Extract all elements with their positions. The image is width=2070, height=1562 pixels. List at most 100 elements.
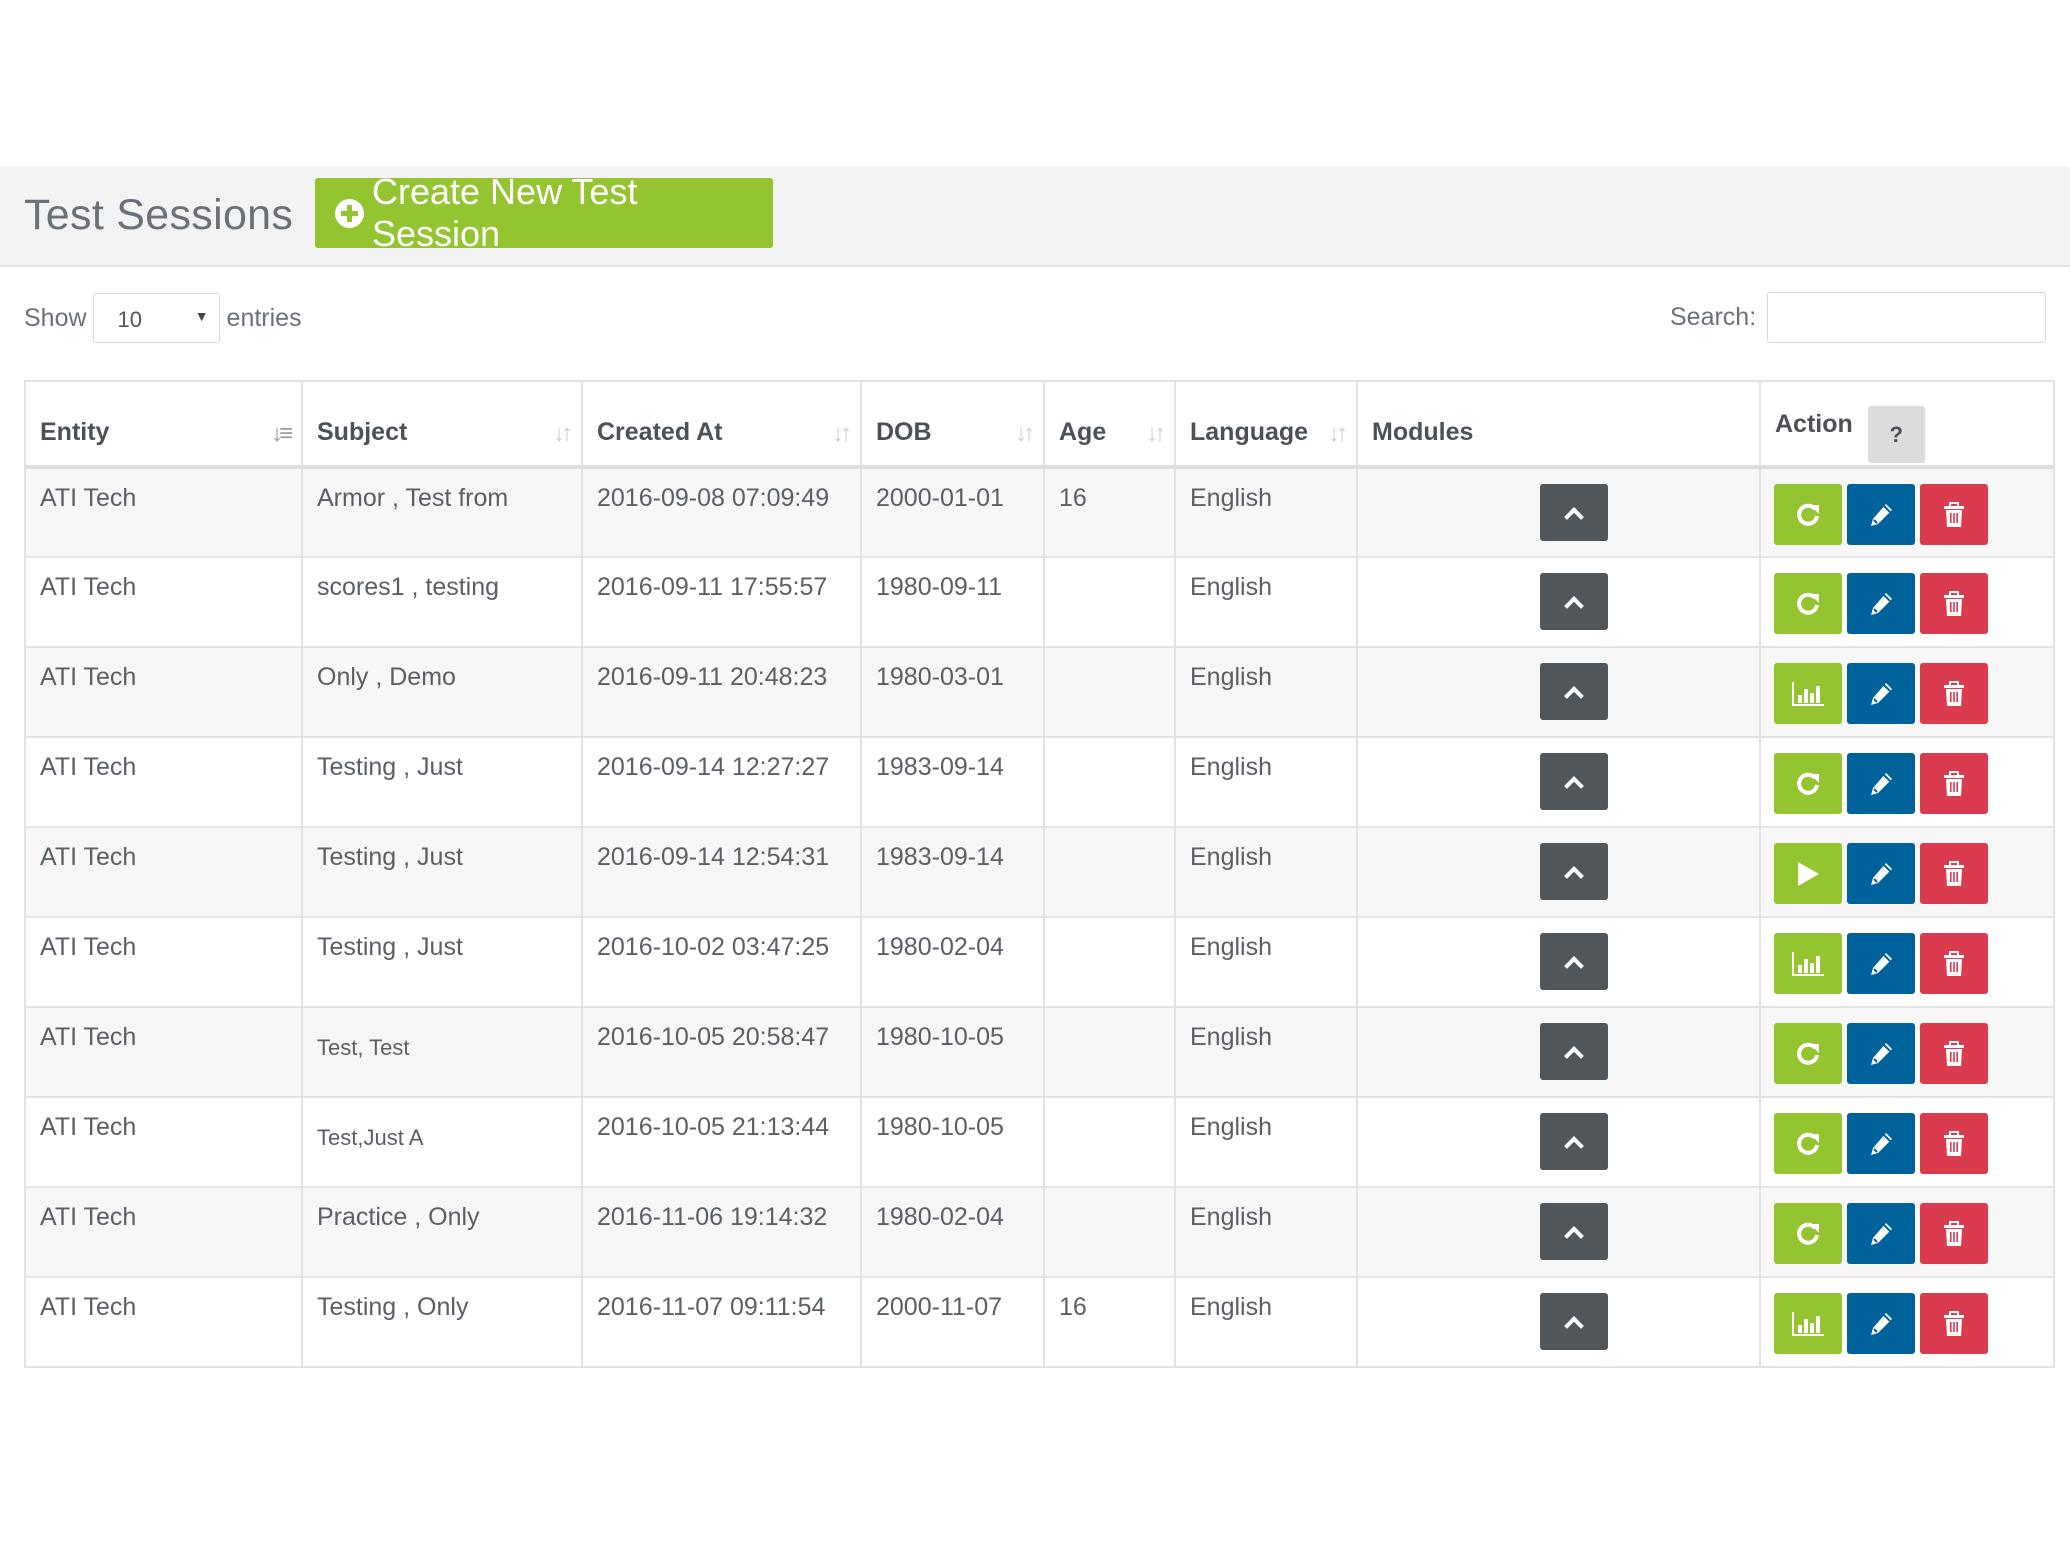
delete-button[interactable] (1920, 484, 1988, 545)
pencil-icon (1871, 1222, 1892, 1245)
delete-button[interactable] (1920, 1203, 1988, 1264)
redo-button[interactable] (1774, 753, 1842, 814)
created-at-value: 2016-09-11 20:48:23 (597, 663, 828, 691)
column-header-age[interactable]: Age ↓↑ (1043, 380, 1176, 469)
delete-button[interactable] (1920, 1113, 1988, 1174)
edit-button[interactable] (1847, 484, 1915, 545)
action-cell (1759, 826, 2055, 918)
modules-toggle-button[interactable] (1540, 1113, 1608, 1170)
language-value: English (1190, 843, 1272, 871)
help-button[interactable]: ? (1867, 406, 1925, 463)
created-at-cell: 2016-10-05 20:58:47 (581, 1006, 862, 1098)
column-header-language[interactable]: Language ↓↑ (1174, 380, 1358, 469)
column-header-entity[interactable]: Entity ↓≡ (24, 380, 303, 469)
redo-button[interactable] (1774, 1023, 1842, 1084)
column-header-action: Action ? (1759, 380, 2055, 469)
chevron-up-icon (1564, 1135, 1584, 1156)
delete-button[interactable] (1920, 573, 1988, 634)
plus-circle-icon (335, 198, 364, 228)
edit-button[interactable] (1847, 1293, 1915, 1354)
chevron-up-icon (1564, 955, 1584, 976)
modules-toggle-button[interactable] (1540, 663, 1608, 720)
redo-button[interactable] (1774, 1203, 1842, 1264)
column-header-subject[interactable]: Subject ↓↑ (301, 380, 583, 469)
dob-cell: 1980-02-04 (860, 916, 1045, 1008)
chevron-up-icon (1564, 595, 1584, 616)
dob-value: 1983-09-14 (876, 843, 1004, 871)
pencil-icon (1871, 682, 1892, 705)
subject-value: Testing , Only (317, 1293, 469, 1321)
subject-cell: scores1 , testing (301, 556, 583, 648)
modules-toggle-button[interactable] (1540, 484, 1608, 541)
chevron-up-icon (1564, 1315, 1584, 1336)
delete-button[interactable] (1920, 843, 1988, 904)
play-icon (1798, 861, 1819, 886)
subject-value: Test, Test (317, 1035, 410, 1060)
subject-cell: Armor , Test from (301, 466, 583, 558)
language-value: English (1190, 484, 1272, 512)
language-value: English (1190, 753, 1272, 781)
subject-value: Practice , Only (317, 1203, 480, 1231)
edit-button[interactable] (1847, 1203, 1915, 1264)
play-button[interactable] (1774, 843, 1842, 904)
bar-chart-button[interactable] (1774, 663, 1842, 724)
subject-cell: Testing , Just (301, 826, 583, 918)
modules-toggle-button[interactable] (1540, 1023, 1608, 1080)
modules-toggle-button[interactable] (1540, 933, 1608, 990)
sort-icon: ↓↑ (832, 420, 852, 447)
delete-button[interactable] (1920, 663, 1988, 724)
modules-toggle-button[interactable] (1540, 753, 1608, 810)
age-cell (1043, 1186, 1176, 1278)
modules-cell (1356, 1006, 1761, 1098)
edit-button[interactable] (1847, 663, 1915, 724)
age-cell (1043, 826, 1176, 918)
column-header-dob[interactable]: DOB ↓↑ (860, 380, 1045, 469)
age-cell: 16 (1043, 466, 1176, 558)
redo-button[interactable] (1774, 573, 1842, 634)
subject-cell: Only , Demo (301, 646, 583, 738)
chevron-up-icon (1564, 1225, 1584, 1246)
pencil-icon (1871, 592, 1892, 615)
bar-chart-button[interactable] (1774, 1293, 1842, 1354)
created-at-cell: 2016-09-11 17:55:57 (581, 556, 862, 648)
edit-button[interactable] (1847, 753, 1915, 814)
column-label: Age (1059, 418, 1107, 446)
delete-button[interactable] (1920, 933, 1988, 994)
entity-value: ATI Tech (40, 663, 137, 691)
dropdown-caret-icon: ▼ (194, 308, 209, 324)
delete-button[interactable] (1920, 1293, 1988, 1354)
delete-button[interactable] (1920, 753, 1988, 814)
created-at-value: 2016-10-05 20:58:47 (597, 1023, 830, 1051)
edit-button[interactable] (1847, 843, 1915, 904)
sort-ascending-icon: ↓≡ (270, 420, 293, 447)
bar-chart-icon (1792, 681, 1824, 706)
dob-value: 1980-10-05 (876, 1023, 1004, 1051)
delete-button[interactable] (1920, 1023, 1988, 1084)
column-header-created-at[interactable]: Created At ↓↑ (581, 380, 862, 469)
redo-button[interactable] (1774, 484, 1842, 545)
edit-button[interactable] (1847, 1023, 1915, 1084)
modules-toggle-button[interactable] (1540, 843, 1608, 900)
entity-cell: ATI Tech (24, 646, 303, 738)
language-cell: English (1174, 1186, 1358, 1278)
search-input[interactable] (1767, 292, 2047, 343)
redo-icon (1797, 592, 1819, 615)
language-value: English (1190, 1023, 1272, 1051)
dob-value: 1980-02-04 (876, 1203, 1004, 1231)
table-row: ATI Tech Only , Demo 2016-09-11 20:48:23… (24, 646, 2055, 738)
created-at-value: 2016-10-02 03:47:25 (597, 933, 830, 961)
trash-icon (1944, 860, 1964, 886)
modules-toggle-button[interactable] (1540, 1203, 1608, 1260)
edit-button[interactable] (1847, 933, 1915, 994)
create-test-session-button[interactable]: Create New Test Session (315, 171, 773, 254)
redo-button[interactable] (1774, 1113, 1842, 1174)
modules-cell (1356, 826, 1761, 918)
subject-cell: Testing , Only (301, 1276, 583, 1368)
entries-per-page-select[interactable]: 10 ▼ (92, 293, 220, 343)
edit-button[interactable] (1847, 573, 1915, 634)
bar-chart-button[interactable] (1774, 933, 1842, 994)
subject-cell: Test,Just A (301, 1096, 583, 1188)
modules-toggle-button[interactable] (1540, 573, 1608, 630)
edit-button[interactable] (1847, 1113, 1915, 1174)
modules-toggle-button[interactable] (1540, 1293, 1608, 1350)
